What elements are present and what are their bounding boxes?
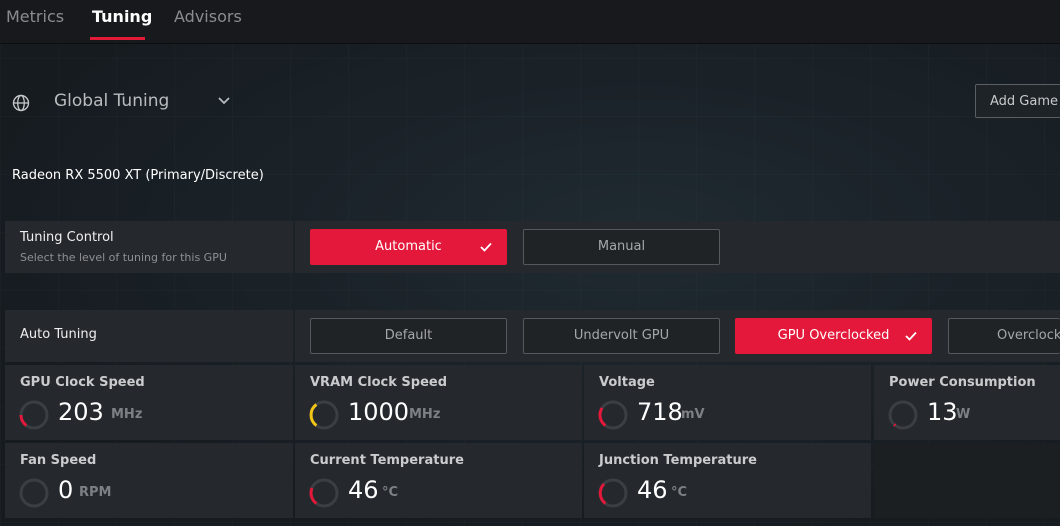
tab-advisors[interactable]: Advisors <box>174 7 242 26</box>
metric-card-junction-temp: Junction Temperature 46 °C <box>584 443 871 518</box>
tuning-control-options-panel: Automatic Manual <box>295 221 1060 273</box>
metric-value: 46 <box>348 476 379 504</box>
gpu-name-label: Radeon RX 5500 XT (Primary/Discrete) <box>12 168 264 183</box>
manual-button-label: Manual <box>597 239 646 254</box>
tuning-control-label-panel: Tuning Control Select the level of tunin… <box>5 221 293 273</box>
metric-title: VRAM Clock Speed <box>310 375 448 390</box>
profile-selector[interactable]: Global Tuning <box>54 91 169 111</box>
chevron-down-icon[interactable] <box>217 96 231 106</box>
metric-card-empty <box>874 443 1060 518</box>
automatic-button-label: Automatic <box>375 239 442 254</box>
metric-value: 13 <box>927 398 958 426</box>
metric-value: 1000 <box>348 398 410 426</box>
metric-title: Power Consumption <box>889 375 1036 390</box>
overclock-vram-button-label: Overclock V <box>997 328 1060 343</box>
metric-unit: °C <box>382 485 399 500</box>
metric-title: Junction Temperature <box>599 453 757 468</box>
tab-tuning[interactable]: Tuning <box>92 7 152 26</box>
gauge-icon <box>309 400 339 430</box>
auto-tuning-label-panel: Auto Tuning <box>5 310 293 362</box>
gpu-overclocked-button-label: GPU Overclocked <box>777 328 890 343</box>
manual-button[interactable]: Manual <box>523 229 720 265</box>
metric-unit: W <box>956 407 971 422</box>
gauge-icon <box>888 400 918 430</box>
metric-card-fan-speed: Fan Speed 0 RPM <box>5 443 293 518</box>
tuning-control-title: Tuning Control <box>20 230 114 245</box>
active-tab-indicator <box>90 37 145 40</box>
metric-value: 203 <box>58 398 104 426</box>
gauge-icon <box>598 478 628 508</box>
metric-card-gpu-clock: GPU Clock Speed 203 MHz <box>5 365 293 440</box>
gauge-icon <box>19 400 49 430</box>
undervolt-gpu-button-label: Undervolt GPU <box>573 328 670 343</box>
tab-metrics[interactable]: Metrics <box>6 7 64 26</box>
metric-title: Voltage <box>599 375 655 390</box>
auto-tuning-options-panel: Default Undervolt GPU GPU Overclocked Ov… <box>295 310 1060 362</box>
metric-card-voltage: Voltage 718 mV <box>584 365 871 440</box>
metric-title: Fan Speed <box>20 453 97 468</box>
metric-card-power: Power Consumption 13 W <box>874 365 1060 440</box>
undervolt-gpu-button[interactable]: Undervolt GPU <box>523 318 720 354</box>
gauge-icon <box>598 400 628 430</box>
metric-title: GPU Clock Speed <box>20 375 145 390</box>
default-button[interactable]: Default <box>310 318 507 354</box>
metric-unit: mV <box>681 407 705 422</box>
overclock-vram-button[interactable]: Overclock V <box>948 318 1060 354</box>
top-nav-bar: Metrics Tuning Advisors <box>0 0 1060 44</box>
metric-unit: MHz <box>409 407 441 422</box>
metric-value: 718 <box>637 398 683 426</box>
metric-unit: °C <box>671 485 688 500</box>
metric-value: 0 <box>58 476 74 504</box>
metric-card-vram-clock: VRAM Clock Speed 1000 MHz <box>295 365 582 440</box>
gauge-icon <box>309 478 339 508</box>
metric-unit: RPM <box>79 485 112 500</box>
tuning-control-subtitle: Select the level of tuning for this GPU <box>20 251 227 264</box>
check-icon <box>905 331 917 341</box>
metric-value: 46 <box>637 476 668 504</box>
default-button-label: Default <box>384 328 433 343</box>
automatic-button[interactable]: Automatic <box>310 229 507 265</box>
add-game-profile-button[interactable]: Add Game P <box>975 84 1060 118</box>
add-game-button-label: Add Game P <box>990 94 1060 109</box>
metric-unit: MHz <box>111 407 143 422</box>
check-icon <box>480 242 492 252</box>
gpu-overclocked-button[interactable]: GPU Overclocked <box>735 318 932 354</box>
auto-tuning-title: Auto Tuning <box>20 327 97 342</box>
metric-card-current-temp: Current Temperature 46 °C <box>295 443 582 518</box>
globe-icon <box>12 94 30 112</box>
gauge-icon <box>19 478 49 508</box>
metric-title: Current Temperature <box>310 453 464 468</box>
